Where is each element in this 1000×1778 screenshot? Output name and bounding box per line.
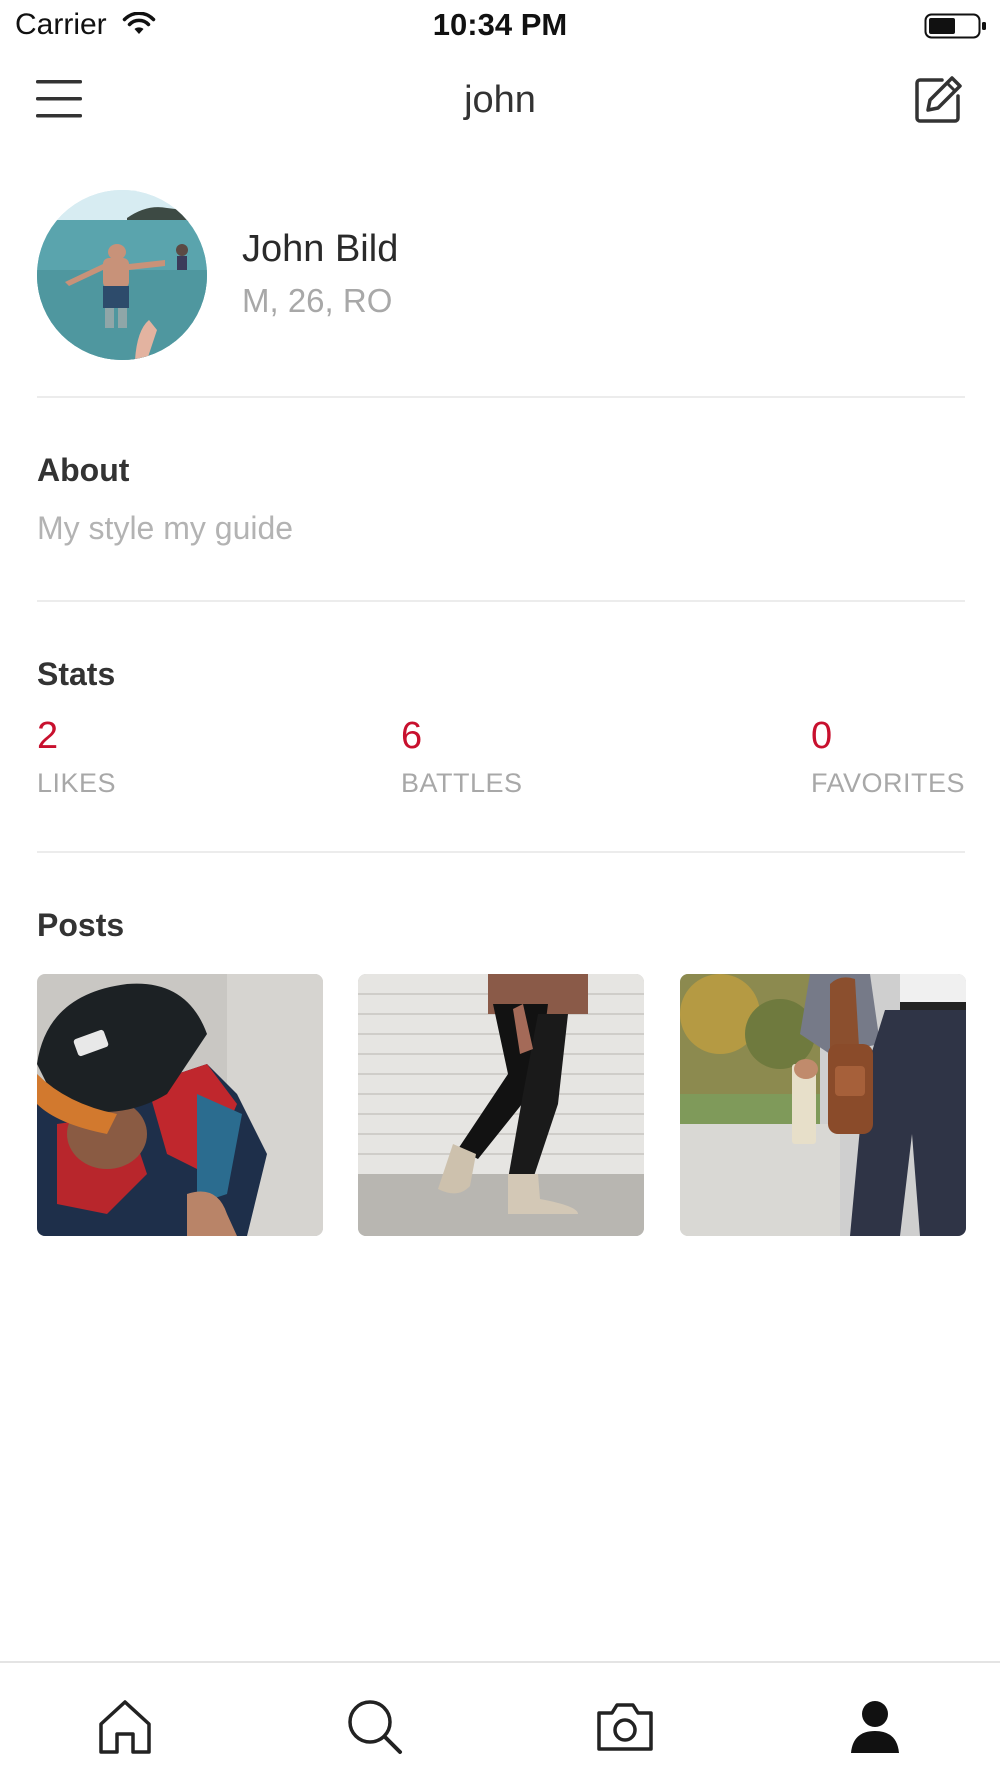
tab-bar: [0, 1661, 1000, 1778]
stat-likes[interactable]: 2 LIKES: [37, 714, 116, 799]
about-text: My style my guide: [37, 510, 294, 546]
navigation-bar: john: [0, 60, 1000, 140]
stat-favorites[interactable]: 0 FAVORITES: [811, 714, 965, 799]
post-thumbnail[interactable]: [37, 974, 323, 1236]
post-thumbnail[interactable]: [680, 974, 966, 1236]
post-thumbnail[interactable]: [358, 974, 644, 1236]
profile-name: John Bild: [242, 228, 399, 270]
search-icon[interactable]: [345, 1697, 405, 1757]
stat-likes-label: LIKES: [37, 768, 117, 798]
camera-icon[interactable]: [595, 1697, 655, 1757]
divider: [37, 396, 965, 398]
profile-details: M, 26, RO: [242, 282, 393, 319]
profile-screen: Carrier 10:34 PM john John Bild M, 26, R…: [0, 0, 1000, 1778]
page-title: john: [464, 79, 536, 121]
divider: [37, 600, 965, 602]
stat-battles-value: 6: [401, 715, 423, 757]
battery-icon: [924, 12, 988, 45]
profile-icon[interactable]: [845, 1697, 905, 1757]
status-time: 10:34 PM: [432, 7, 568, 42]
about-title: About: [37, 452, 130, 488]
home-icon[interactable]: [95, 1697, 155, 1757]
stat-favorites-value: 0: [811, 715, 833, 757]
stat-likes-value: 2: [37, 715, 59, 757]
avatar[interactable]: [37, 190, 207, 360]
status-bar: Carrier 10:34 PM: [0, 0, 1000, 50]
divider: [37, 851, 965, 853]
profile-header: John Bild M, 26, RO: [37, 190, 967, 360]
stats-title: Stats: [37, 656, 116, 692]
edit-icon[interactable]: [912, 74, 964, 126]
stat-favorites-label: FAVORITES: [811, 768, 966, 798]
stat-battles[interactable]: 6 BATTLES: [401, 714, 523, 799]
stat-battles-label: BATTLES: [401, 768, 523, 798]
posts-title: Posts: [37, 907, 125, 943]
